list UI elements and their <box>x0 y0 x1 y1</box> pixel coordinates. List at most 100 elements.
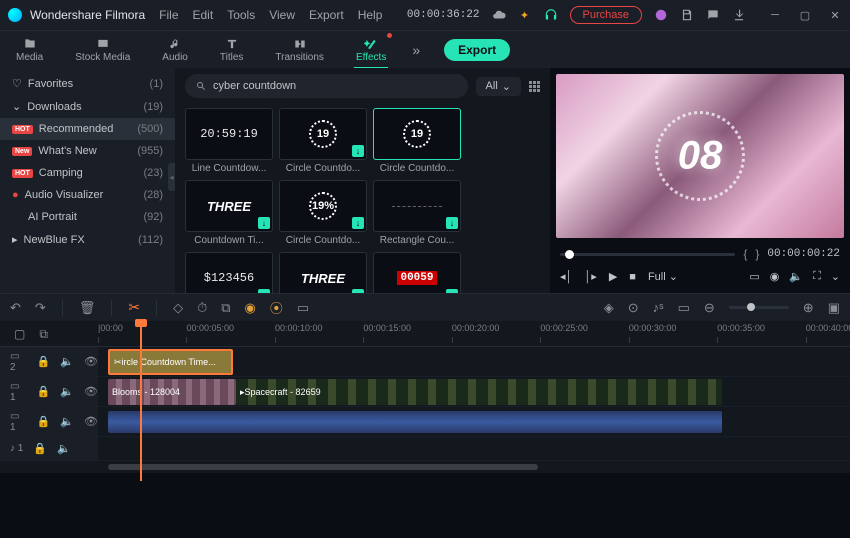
timeline-scrollbar[interactable] <box>0 461 850 473</box>
sidebar-ai-portrait[interactable]: AI Portrait(92) <box>0 206 175 228</box>
effect-card[interactable]: 20:59:19Line Countdow... <box>185 108 273 174</box>
menu-help[interactable]: Help <box>358 8 383 22</box>
purchase-button[interactable]: Purchase <box>570 6 642 24</box>
sidebar-recommended[interactable]: HOTRecommended(500) <box>0 118 175 140</box>
effect-card[interactable]: ↓Rectangle Cou... <box>373 180 461 246</box>
save-icon[interactable] <box>680 8 694 22</box>
search-box[interactable] <box>185 74 468 98</box>
tool-media[interactable]: Media <box>10 35 49 65</box>
tips-icon[interactable]: ✦ <box>518 8 532 22</box>
sidebar-downloads[interactable]: ⌄Downloads(19) <box>0 95 175 118</box>
effect-card[interactable]: 19%↓Circle Countdo... <box>279 180 367 246</box>
maximize-button[interactable]: ▢ <box>798 8 812 22</box>
track-view-icon[interactable]: ▭ <box>678 300 690 316</box>
menu-tools[interactable]: Tools <box>227 8 255 22</box>
download-badge-icon[interactable]: ↓ <box>352 217 364 229</box>
effect-card[interactable]: 19↓Circle Countdo... <box>279 108 367 174</box>
scrollbar-thumb[interactable] <box>108 464 538 470</box>
delete-button[interactable]: 🗑 <box>79 300 96 316</box>
zoom-slider[interactable] <box>729 306 789 309</box>
download-badge-icon[interactable]: ↓ <box>352 289 364 293</box>
crop-icon[interactable]: ⧉ <box>221 300 230 316</box>
track-volume-icon[interactable]: 🔈 <box>60 355 74 368</box>
track-lock-icon[interactable]: ▢ <box>14 327 25 341</box>
account-icon[interactable] <box>654 8 668 22</box>
tool-audio[interactable]: Audio <box>156 35 194 65</box>
close-button[interactable]: ✕ <box>828 8 842 22</box>
stop-button[interactable]: ■ <box>629 271 636 283</box>
redo-button[interactable]: ↷ <box>35 300 46 316</box>
speed-icon[interactable]: ⏱ <box>197 300 207 316</box>
prev-frame-button[interactable]: ◂│ <box>560 270 572 283</box>
tool-effects[interactable]: Effects <box>350 35 392 65</box>
effect-thumbnail[interactable]: 19%↓ <box>279 180 367 232</box>
download-icon[interactable] <box>732 8 746 22</box>
step-back-button[interactable]: │▸ <box>584 270 596 283</box>
fullscreen-icon[interactable]: ⛶ <box>813 270 821 283</box>
download-badge-icon[interactable]: ↓ <box>258 217 270 229</box>
zoom-fit-icon[interactable]: ▣ <box>828 300 840 316</box>
tool-transitions[interactable]: Transitions <box>269 35 330 65</box>
menu-file[interactable]: File <box>159 8 178 22</box>
effect-thumbnail[interactable]: $123456↓ <box>185 252 273 293</box>
minimize-button[interactable]: ─ <box>768 8 782 22</box>
menu-export[interactable]: Export <box>309 8 344 22</box>
menu-view[interactable]: View <box>269 8 295 22</box>
render-icon[interactable]: ▭ <box>297 300 309 316</box>
effect-thumbnail[interactable]: ↓ <box>373 180 461 232</box>
mark-in-button[interactable]: { <box>743 247 747 261</box>
quality-dropdown[interactable]: Full ⌄ <box>648 270 678 283</box>
marker-icon[interactable]: ◇ <box>173 300 183 316</box>
track-lock-icon[interactable]: 🔒 <box>33 442 47 455</box>
export-button[interactable]: Export <box>444 39 510 61</box>
mixer-icon[interactable]: ◈ <box>604 300 614 316</box>
mark-out-button[interactable]: } <box>755 247 759 261</box>
effect-card[interactable]: 00059↓ <box>373 252 461 293</box>
effect-card[interactable]: THREE↓Countdown Ti... <box>185 180 273 246</box>
effect-card[interactable]: $123456↓ <box>185 252 273 293</box>
effect-clip[interactable]: ✂ ircle Countdown Time... <box>108 349 233 375</box>
audio-icon[interactable]: ⦿ <box>270 298 283 317</box>
cloud-icon[interactable] <box>492 8 506 22</box>
track-volume-icon[interactable]: 🔈 <box>60 385 74 398</box>
search-input[interactable] <box>213 80 458 92</box>
track-lock-icon[interactable]: 🔒 <box>37 385 51 398</box>
effect-thumbnail[interactable]: 19↓ <box>279 108 367 160</box>
preview-video[interactable]: 08 <box>556 74 844 238</box>
message-icon[interactable] <box>706 8 720 22</box>
grid-view-icon[interactable] <box>529 81 540 92</box>
track-visibility-icon[interactable]: 👁 <box>84 415 98 428</box>
effect-card[interactable]: THREE↓ <box>279 252 367 293</box>
zoom-in-button[interactable]: ⊕ <box>803 300 814 316</box>
volume-icon[interactable]: 🔈 <box>789 270 803 283</box>
effect-thumbnail[interactable]: THREE↓ <box>185 180 273 232</box>
video-clip-spacecraft[interactable]: ▸ Spacecraft - 82659 <box>236 379 722 405</box>
record-icon[interactable]: ⊙ <box>628 300 639 316</box>
snapshot-icon[interactable]: ◉ <box>770 270 780 283</box>
scrubber-thumb[interactable] <box>565 250 574 259</box>
download-badge-icon[interactable]: ↓ <box>446 289 458 293</box>
track-lock-icon[interactable]: 🔒 <box>37 355 51 368</box>
effect-card[interactable]: 19Circle Countdo... <box>373 108 461 174</box>
play-button[interactable]: ▶ <box>609 270 617 283</box>
color-icon[interactable]: ◉ <box>245 300 256 316</box>
tool-titles[interactable]: Titles <box>214 35 250 65</box>
split-button[interactable]: ✂ <box>128 299 140 316</box>
keyframe-icon[interactable]: ♪ˢ <box>653 300 664 315</box>
more-tools-chevron[interactable]: » <box>412 42 420 58</box>
track-volume-icon[interactable]: 🔈 <box>57 442 71 455</box>
sidebar-camping[interactable]: HOTCamping(23) <box>0 162 175 184</box>
track-lock-icon[interactable]: 🔒 <box>37 415 51 428</box>
display-mode-icon[interactable]: ▭ <box>749 270 759 283</box>
video-clip-blooms[interactable]: Blooms - 128004 <box>108 379 236 405</box>
effect-thumbnail[interactable]: THREE↓ <box>279 252 367 293</box>
preview-scrubber[interactable] <box>560 253 735 256</box>
menu-edit[interactable]: Edit <box>193 8 214 22</box>
preview-settings-chevron[interactable]: ⌄ <box>831 270 840 283</box>
track-volume-icon[interactable]: 🔈 <box>60 415 74 428</box>
sidebar-favorites[interactable]: ♡Favorites(1) <box>0 72 175 95</box>
download-badge-icon[interactable]: ↓ <box>258 289 270 293</box>
track-link-icon[interactable]: ⧉ <box>39 327 48 342</box>
timeline-ruler[interactable]: ▢ ⧉ |00:0000:00:05:0000:00:10:0000:00:15… <box>0 321 850 347</box>
track-visibility-icon[interactable]: 👁 <box>84 385 98 398</box>
